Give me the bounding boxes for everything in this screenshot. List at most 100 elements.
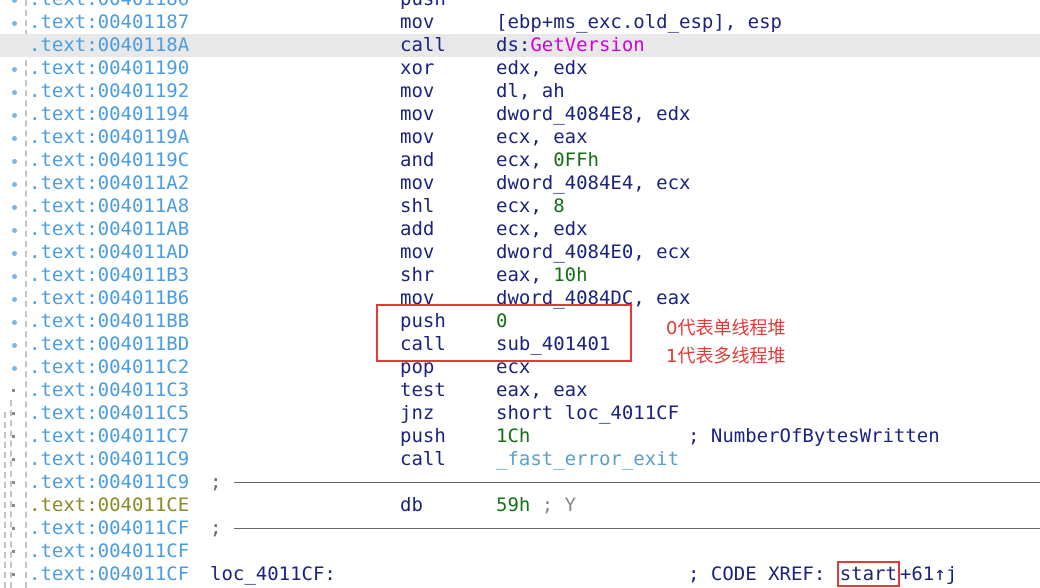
asm-line[interactable]: .text:0040118A call ds:GetVersion	[0, 34, 1040, 57]
mnemonic[interactable]: and	[400, 149, 434, 172]
mnemonic[interactable]: jnz	[400, 402, 434, 425]
asm-line[interactable]: .text:00401190 xor edx, edx	[0, 57, 1040, 80]
asm-line[interactable]: .text:0040119A mov ecx, eax	[0, 126, 1040, 149]
mnemonic[interactable]: mov	[400, 241, 434, 264]
operand-text: ecx,	[496, 149, 554, 171]
operands[interactable]: ecx, edx	[496, 218, 588, 241]
address[interactable]: .text:004011C3	[29, 379, 189, 402]
mnemonic[interactable]: add	[400, 218, 434, 241]
asm-line[interactable]: .text:00401186 push	[0, 0, 1040, 11]
address[interactable]: .text:00401187	[29, 11, 189, 34]
address[interactable]: .text:004011B3	[29, 264, 189, 287]
mnemonic[interactable]: test	[400, 379, 446, 402]
address[interactable]: .text:004011CF	[29, 540, 189, 563]
asm-line[interactable]: .text:004011AB add ecx, edx	[0, 218, 1040, 241]
operands[interactable]: _fast_error_exit	[496, 448, 679, 471]
operands[interactable]: 59h ; Y	[496, 494, 576, 517]
asm-line[interactable]: .text:004011C9 call _fast_error_exit	[0, 448, 1040, 471]
operands[interactable]: short loc_4011CF	[496, 402, 679, 425]
asm-line[interactable]: .text:004011CF;	[0, 517, 1040, 540]
address[interactable]: .text:00401190	[29, 57, 189, 80]
address[interactable]: .text:004011CF	[29, 563, 189, 586]
mnemonic[interactable]: db	[400, 494, 423, 517]
mnemonic[interactable]: shl	[400, 195, 434, 218]
asm-line[interactable]: .text:0040119C and ecx, 0FFh	[0, 149, 1040, 172]
asm-line[interactable]: .text:004011C7 push 1Ch ; NumberOfBytesWrit…	[0, 425, 1040, 448]
address[interactable]: .text:004011CF	[29, 517, 189, 540]
operands[interactable]: ecx, 8	[496, 195, 565, 218]
address[interactable]: .text:004011C9	[29, 448, 189, 471]
up-arrow-icon: ↑	[934, 563, 946, 585]
address[interactable]: .text:004011CE	[29, 494, 189, 517]
numeric-operand: 8	[553, 195, 565, 217]
address[interactable]: .text:00401192	[29, 80, 189, 103]
asm-line[interactable]: .text:004011C9;	[0, 471, 1040, 494]
asm-line[interactable]: .text:004011AD mov dword_4084E0, ecx	[0, 241, 1040, 264]
asm-line[interactable]: .text:00401194 mov dword_4084E8, edx	[0, 103, 1040, 126]
operand-text: dword_4084E4, ecx	[496, 172, 691, 194]
numeric-operand: 0FFh	[553, 149, 599, 171]
asm-line[interactable]: .text:004011B3 shr eax, 10h	[0, 264, 1040, 287]
mnemonic[interactable]: xor	[400, 57, 434, 80]
separator-line	[234, 482, 1040, 483]
asm-line[interactable]: .text:004011A2 mov dword_4084E4, ecx	[0, 172, 1040, 195]
operands[interactable]: ecx, 0FFh	[496, 149, 599, 172]
mnemonic[interactable]: call	[400, 448, 446, 471]
address[interactable]: .text:004011AB	[29, 218, 189, 241]
operands[interactable]: eax, eax	[496, 379, 588, 402]
address[interactable]: .text:00401194	[29, 103, 189, 126]
operand-text: [ebp+ms_exc.old_esp], esp	[496, 11, 782, 33]
operands[interactable]: ds:GetVersion	[496, 34, 645, 57]
mnemonic[interactable]: shr	[400, 264, 434, 287]
address[interactable]: .text:004011BB	[29, 310, 189, 333]
address[interactable]: .text:0040118A	[29, 34, 189, 57]
code-label[interactable]: loc_4011CF:	[210, 563, 336, 586]
mnemonic[interactable]: push	[400, 0, 446, 11]
asm-line[interactable]: .text:004011CE db 59h ; Y	[0, 494, 1040, 517]
operand-text: eax, eax	[496, 379, 588, 401]
operands[interactable]: [ebp+ms_exc.old_esp], esp	[496, 11, 782, 34]
mnemonic[interactable]: call	[400, 34, 446, 57]
operand-text: ecx, eax	[496, 126, 588, 148]
asm-line[interactable]: .text:00401192 mov dl, ah	[0, 80, 1040, 103]
address[interactable]: .text:004011C9	[29, 471, 189, 494]
asm-line[interactable]: .text:004011CF loc_4011CF: ; CODE XREF: st…	[0, 561, 1040, 587]
xref-prefix: ; CODE XREF:	[688, 563, 837, 585]
operands[interactable]: dword_4084E8, edx	[496, 103, 690, 126]
operand-text: dword_4084E8, edx	[496, 103, 691, 125]
asm-line[interactable]: .text:004011C3 test eax, eax	[0, 379, 1040, 402]
asm-line[interactable]: .text:004011C5 jnz short loc_4011CF	[0, 402, 1040, 425]
operands[interactable]: eax, 10h	[496, 264, 588, 287]
operands[interactable]: edx, edx	[496, 57, 588, 80]
address[interactable]: .text:004011A8	[29, 195, 189, 218]
mnemonic[interactable]: mov	[400, 80, 434, 103]
address[interactable]: .text:004011B6	[29, 287, 189, 310]
address[interactable]: .text:004011AD	[29, 241, 189, 264]
operand-text: ecx, edx	[496, 218, 588, 240]
asm-line[interactable]: .text:004011CF	[0, 540, 1040, 563]
xref-target[interactable]: start	[836, 561, 900, 587]
asm-line[interactable]: .text:004011A8 shl ecx, 8	[0, 195, 1040, 218]
asm-line[interactable]: .text:00401187 mov [ebp+ms_exc.old_esp], e…	[0, 11, 1040, 34]
address[interactable]: .text:0040119A	[29, 126, 189, 149]
operands[interactable]: ecx, eax	[496, 126, 588, 149]
mnemonic[interactable]: push	[400, 425, 446, 448]
mnemonic[interactable]: mov	[400, 172, 434, 195]
function-name: GetVersion	[530, 34, 645, 56]
char-comment: ; Y	[530, 494, 577, 516]
address[interactable]: .text:0040119C	[29, 149, 189, 172]
operands[interactable]: dword_4084E4, ecx	[496, 172, 690, 195]
address[interactable]: .text:004011A2	[29, 172, 189, 195]
operands[interactable]: dword_4084E0, ecx	[496, 241, 690, 264]
address[interactable]: .text:004011C5	[29, 402, 189, 425]
mnemonic[interactable]: mov	[400, 11, 434, 34]
address[interactable]: .text:004011BD	[29, 333, 189, 356]
operands[interactable]: 1Ch	[496, 425, 530, 448]
address[interactable]: .text:004011C2	[29, 356, 189, 379]
address[interactable]: .text:004011C7	[29, 425, 189, 448]
operands[interactable]: dl, ah	[496, 80, 565, 103]
mnemonic[interactable]: mov	[400, 126, 434, 149]
address[interactable]: .text:00401186	[29, 0, 189, 11]
separator-line	[234, 528, 1040, 529]
mnemonic[interactable]: mov	[400, 103, 434, 126]
